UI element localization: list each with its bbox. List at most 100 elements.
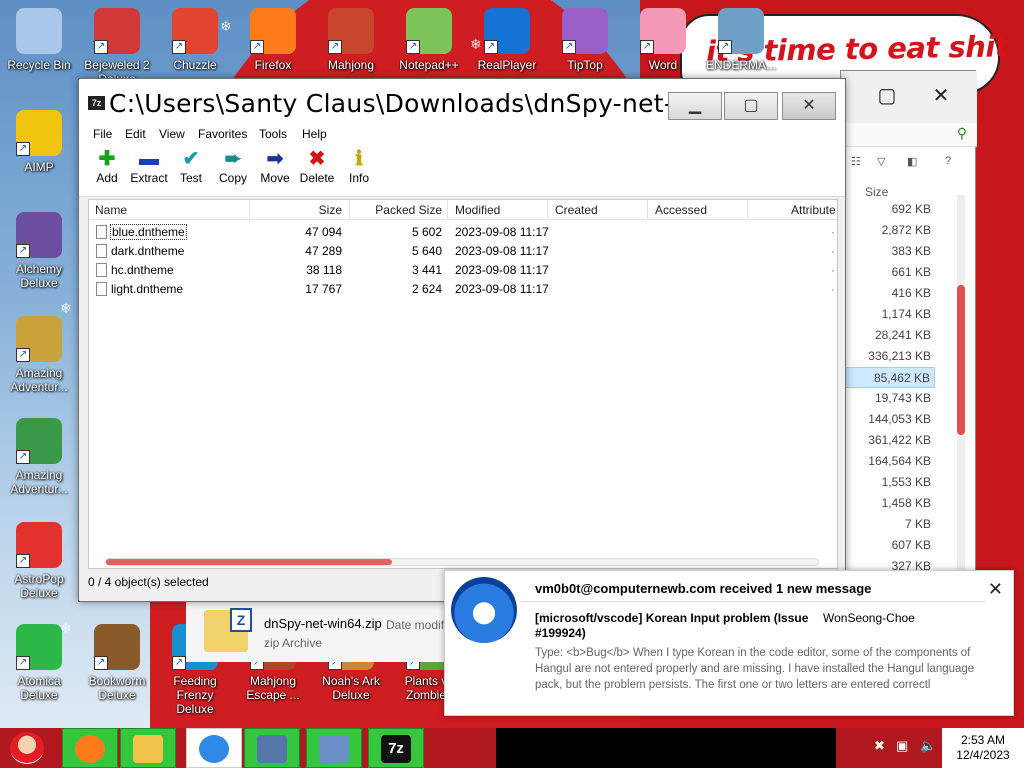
- size-cell[interactable]: 1,458 KB: [841, 493, 959, 514]
- 7zip-window[interactable]: 7z C:\Users\Santy Claus\Downloads\dnSpy-…: [78, 78, 846, 602]
- message-subject[interactable]: [microsoft/vscode] Korean Input problem …: [535, 611, 815, 641]
- explorer-file-item[interactable]: Z dnSpy-net-win64.zip zip Archive Date m…: [186, 602, 456, 662]
- taskbar-button[interactable]: [306, 728, 362, 768]
- maximize-icon[interactable]: ▢: [865, 81, 909, 111]
- desktop-icon[interactable]: ↗ Firefox: [235, 8, 311, 72]
- test-button[interactable]: ✔ Test: [167, 147, 215, 185]
- column-separator[interactable]: [447, 200, 448, 220]
- maximize-button[interactable]: ▢: [724, 92, 778, 120]
- close-icon[interactable]: ✕: [988, 579, 1003, 600]
- desktop-icon[interactable]: ↗ ENDERMA...: [703, 8, 779, 72]
- size-cell[interactable]: 28,241 KB: [841, 325, 959, 346]
- desktop-icon[interactable]: Recycle Bin: [1, 8, 77, 72]
- desktop-icon[interactable]: ↗ Bookworm Deluxe: [79, 624, 155, 702]
- size-cell[interactable]: 1,553 KB: [841, 472, 959, 493]
- desktop-icon[interactable]: ↗ TipTop: [547, 8, 623, 72]
- add-button[interactable]: ✚ Add: [83, 147, 131, 185]
- column-separator[interactable]: [647, 200, 648, 220]
- taskbar-button[interactable]: [62, 728, 118, 768]
- size-cell[interactable]: 144,053 KB: [841, 409, 959, 430]
- chevron-down-icon[interactable]: ▽: [877, 155, 885, 168]
- column-header-modified[interactable]: Modified: [455, 203, 500, 217]
- explorer-search-box[interactable]: ⚲: [841, 123, 977, 147]
- view-options-icon[interactable]: ☷: [851, 155, 861, 168]
- desktop-icon[interactable]: ↗ Chuzzle: [157, 8, 233, 72]
- column-separator[interactable]: [249, 200, 250, 220]
- size-column-header[interactable]: Size: [865, 185, 888, 199]
- size-cell[interactable]: 164,564 KB: [841, 451, 959, 472]
- taskbar-button[interactable]: [244, 728, 300, 768]
- table-row[interactable]: hc.dntheme 38 118 3 441 2023-09-08 11:17 ·: [89, 260, 837, 279]
- desktop-icon[interactable]: ↗ RealPlayer: [469, 8, 545, 72]
- desktop-icon[interactable]: ↗ Alchemy Deluxe: [1, 212, 77, 290]
- search-icon[interactable]: ⚲: [957, 125, 967, 142]
- size-cell[interactable]: 7 KB: [841, 514, 959, 535]
- column-separator[interactable]: [349, 200, 350, 220]
- table-row[interactable]: dark.dntheme 47 289 5 640 2023-09-08 11:17 ·: [89, 241, 837, 260]
- menu-item-tools[interactable]: Tools: [259, 127, 287, 141]
- size-cell[interactable]: 361,422 KB: [841, 430, 959, 451]
- column-header-created[interactable]: Created: [555, 203, 598, 217]
- close-button[interactable]: ✕: [782, 92, 836, 120]
- size-cell[interactable]: 19,743 KB: [841, 388, 959, 409]
- size-cell[interactable]: 383 KB: [841, 241, 959, 262]
- size-cell[interactable]: 336,213 KB: [841, 346, 959, 367]
- menu-item-edit[interactable]: Edit: [125, 127, 146, 141]
- help-icon[interactable]: ?: [945, 155, 951, 167]
- 7zip-app-icon[interactable]: 7z: [88, 96, 105, 110]
- email-notification[interactable]: vm0b0t@computernewb.com received 1 new m…: [444, 570, 1014, 716]
- desktop-icon[interactable]: ↗ Atomica Deluxe: [1, 624, 77, 702]
- clock[interactable]: 2:53 AM 12/4/2023: [942, 728, 1024, 768]
- desktop-icon[interactable]: ↗ Amazing Adventur...: [1, 316, 77, 394]
- size-cell[interactable]: 1,174 KB: [841, 304, 959, 325]
- size-cell[interactable]: 416 KB: [841, 283, 959, 304]
- info-button[interactable]: ℹ Info: [335, 147, 383, 185]
- column-header-packed-size[interactable]: Packed Size: [375, 203, 442, 217]
- column-separator[interactable]: [547, 200, 548, 220]
- column-header-size[interactable]: Size: [319, 203, 342, 217]
- size-cell[interactable]: 607 KB: [841, 535, 959, 556]
- copy-button[interactable]: ➨ Copy: [209, 147, 257, 185]
- move-button[interactable]: ➡ Move: [251, 147, 299, 185]
- column-header-accessed[interactable]: Accessed: [655, 203, 707, 217]
- size-cell[interactable]: 2,872 KB: [841, 220, 959, 241]
- taskbar-button[interactable]: [120, 728, 176, 768]
- taskbar-button[interactable]: [186, 728, 242, 768]
- preview-pane-icon[interactable]: ◧: [907, 155, 917, 168]
- network-icon[interactable]: ▣: [896, 738, 908, 754]
- column-separator[interactable]: [747, 200, 748, 220]
- delete-button[interactable]: ✖ Delete: [293, 147, 341, 185]
- size-cell[interactable]: 692 KB: [841, 199, 959, 220]
- table-row[interactable]: blue.dntheme 47 094 5 602 2023-09-08 11:17 ·: [89, 222, 837, 241]
- extract-button[interactable]: ▬ Extract: [125, 147, 173, 185]
- menu-item-favorites[interactable]: Favorites: [198, 127, 247, 141]
- desktop-icon[interactable]: ↗ Notepad++: [391, 8, 467, 72]
- size-cell[interactable]: 85,462 KB: [841, 367, 935, 388]
- explorer-scrollbar[interactable]: [957, 195, 965, 575]
- desktop-icon[interactable]: ↗Bejeweled 2 Deluxe: [79, 8, 155, 86]
- volume-icon[interactable]: 🔈: [920, 738, 936, 754]
- scrollbar-thumb[interactable]: [106, 559, 392, 565]
- desktop-icon[interactable]: ↗ AstroPop Deluxe: [1, 522, 77, 600]
- minimize-button[interactable]: ▁: [668, 92, 722, 120]
- window-titlebar[interactable]: 7z C:\Users\Santy Claus\Downloads\dnSpy-…: [79, 79, 845, 125]
- menu-item-help[interactable]: Help: [302, 127, 327, 141]
- horizontal-scrollbar[interactable]: [105, 558, 819, 566]
- size-cell[interactable]: 661 KB: [841, 262, 959, 283]
- table-row[interactable]: light.dntheme 17 767 2 624 2023-09-08 11:17…: [89, 279, 837, 298]
- desktop-icon[interactable]: ↗ Mahjong: [313, 8, 389, 72]
- close-icon[interactable]: ✕: [919, 81, 963, 111]
- explorer-titlebar[interactable]: ▢ ✕: [841, 71, 977, 123]
- menu-item-file[interactable]: File: [93, 127, 112, 141]
- network-disconnected-icon[interactable]: ✖: [874, 738, 885, 754]
- desktop-icon[interactable]: ↗ Amazing Adventur...: [1, 418, 77, 496]
- column-header-name[interactable]: Name: [95, 203, 127, 217]
- desktop-icon[interactable]: ↗ AIMP: [1, 110, 77, 174]
- taskbar-button[interactable]: 7z: [368, 728, 424, 768]
- start-button[interactable]: [0, 728, 56, 768]
- file-list[interactable]: Name Size Packed Size Modified Created Access…: [88, 199, 838, 569]
- column-header-attribute[interactable]: Attribute: [791, 203, 836, 217]
- scrollbar-thumb[interactable]: [957, 285, 965, 435]
- menu-item-view[interactable]: View: [159, 127, 185, 141]
- explorer-window[interactable]: ▢ ✕ ⚲ ☷ ▽ ◧ ? Size 692 KB 2,872 KB 383 KB 6…: [840, 70, 977, 580]
